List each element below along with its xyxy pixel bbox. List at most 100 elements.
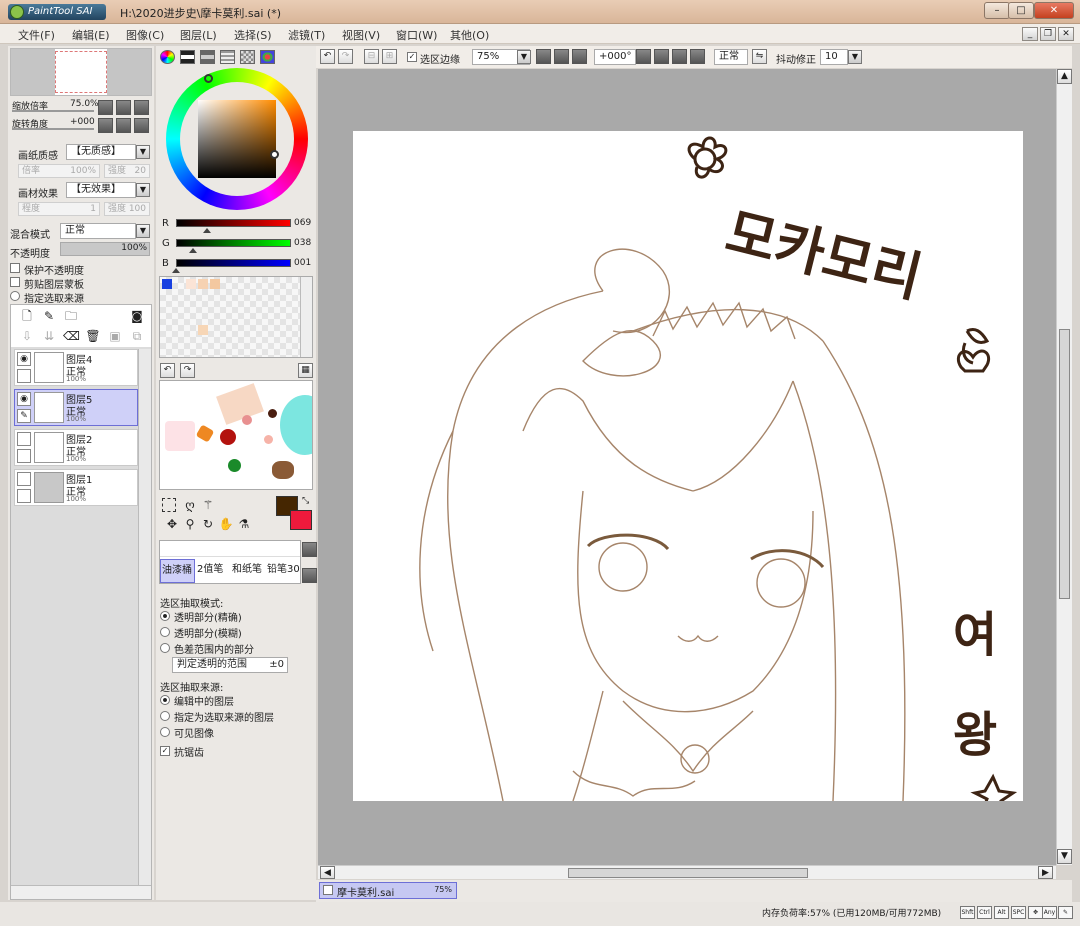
- chevron-down-icon[interactable]: ▼: [517, 50, 531, 64]
- hue-wheel[interactable]: [166, 68, 308, 210]
- green-slider[interactable]: [176, 239, 291, 247]
- rotate-reset-button[interactable]: [134, 118, 149, 133]
- blue-slider[interactable]: [176, 259, 291, 267]
- menu-layer[interactable]: 图层(L): [180, 27, 217, 43]
- swatch-scrollbar[interactable]: [300, 277, 312, 357]
- hsv-slider-icon[interactable]: [200, 50, 215, 64]
- zoom-icon[interactable]: ⚲: [182, 516, 198, 532]
- paper-texture-select[interactable]: 【无质感】: [66, 144, 136, 160]
- source-radio-visible[interactable]: [160, 727, 170, 737]
- layer-lock-toggle[interactable]: [17, 489, 31, 503]
- transparency-range-field[interactable]: 判定透明的范围 ±0: [172, 657, 288, 673]
- pen-icon[interactable]: ✎: [17, 409, 31, 423]
- scroll-up-button[interactable]: ▲: [1057, 69, 1072, 84]
- layer-lock-toggle[interactable]: [17, 449, 31, 463]
- clipping-mask-checkbox[interactable]: [10, 277, 20, 287]
- zoom-in-button[interactable]: [116, 100, 131, 115]
- source-radio-current[interactable]: [160, 695, 170, 705]
- chevron-down-icon[interactable]: ▼: [848, 50, 862, 64]
- chevron-down-icon[interactable]: ▼: [136, 145, 150, 159]
- scratchpad-icon[interactable]: [260, 50, 275, 64]
- secondary-color[interactable]: [290, 510, 312, 530]
- menu-view[interactable]: 视图(V): [342, 27, 380, 43]
- blend-mode-select[interactable]: 正常: [60, 223, 136, 239]
- undo-icon[interactable]: ↶: [160, 363, 175, 378]
- rotate-right-button[interactable]: [116, 118, 131, 133]
- vertical-scrollbar[interactable]: ▲ ▼: [1056, 69, 1072, 865]
- opacity-slider[interactable]: 100%: [60, 242, 150, 256]
- zoom-out-button[interactable]: [98, 100, 113, 115]
- rotate-icon[interactable]: ↻: [200, 516, 216, 532]
- toolbar-zoom-out-button[interactable]: [536, 49, 551, 64]
- scratchpad-menu-icon[interactable]: ▦: [298, 363, 313, 378]
- rotate-slider[interactable]: [12, 128, 94, 130]
- color-cursor[interactable]: [270, 150, 279, 159]
- angle-field[interactable]: +000°: [594, 49, 636, 65]
- apply-mask-icon[interactable]: ▣: [107, 328, 123, 344]
- scratchpad[interactable]: [159, 380, 313, 490]
- swap-colors-icon[interactable]: ⤡: [302, 496, 309, 506]
- layer-item[interactable]: 图层2 正常 100%: [14, 429, 138, 466]
- selection-source-radio[interactable]: [10, 291, 20, 301]
- horizontal-scrollbar[interactable]: ◀ ▶: [318, 865, 1056, 879]
- rgb-slider-icon[interactable]: [180, 50, 195, 64]
- flip-view-icon[interactable]: ⇋: [752, 49, 767, 64]
- new-folder-icon[interactable]: 🗀: [63, 308, 79, 324]
- merge-down-icon[interactable]: ⇊: [41, 328, 57, 344]
- layer-item[interactable]: 图层1 正常 100%: [14, 469, 138, 506]
- eye-icon[interactable]: ◉: [17, 392, 31, 406]
- scroll-right-button[interactable]: ▶: [1038, 866, 1053, 879]
- color-wheel-icon[interactable]: [160, 50, 175, 64]
- brush-pencil-30[interactable]: 铅笔30: [265, 559, 300, 583]
- magic-wand-icon[interactable]: ⚚: [200, 497, 216, 513]
- saturation-value-square[interactable]: [198, 100, 276, 178]
- view-mode-select[interactable]: 正常: [714, 49, 748, 65]
- layer-visibility-toggle[interactable]: [17, 432, 31, 446]
- eyedropper-icon[interactable]: ⚗: [236, 516, 252, 532]
- vertical-scroll-thumb[interactable]: [1059, 329, 1070, 599]
- layer-item[interactable]: ◉ 图层4 正常 100%: [14, 349, 138, 386]
- document-tab[interactable]: 摩卡莫利.sai 75%: [319, 882, 457, 899]
- horizontal-scroll-thumb[interactable]: [568, 868, 808, 878]
- rotate-ccw-button[interactable]: [654, 49, 669, 64]
- close-button[interactable]: ✕: [1034, 2, 1074, 19]
- deselect-icon[interactable]: ⊟: [364, 49, 379, 64]
- menu-file[interactable]: 文件(F): [18, 27, 55, 43]
- menu-select[interactable]: 选择(S): [234, 27, 272, 43]
- stabilizer-select[interactable]: 10: [820, 49, 848, 65]
- new-layer-icon[interactable]: 🗋: [19, 308, 35, 324]
- undo-icon[interactable]: ↶: [320, 49, 335, 64]
- source-radio-specified[interactable]: [160, 711, 170, 721]
- chevron-down-icon[interactable]: ▼: [136, 224, 150, 238]
- brush-paint-bucket[interactable]: 油漆桶: [160, 559, 195, 583]
- red-slider[interactable]: [176, 219, 291, 227]
- layer-lock-toggle[interactable]: [17, 369, 31, 383]
- layer-scrollbar[interactable]: [138, 349, 151, 885]
- clear-layer-icon[interactable]: ⌫: [63, 328, 80, 344]
- brush-washi-pen[interactable]: 和纸笔: [230, 559, 265, 583]
- scroll-down-button[interactable]: ▼: [1057, 849, 1072, 864]
- new-linework-layer-icon[interactable]: ✎: [41, 308, 57, 324]
- hue-cursor[interactable]: [204, 74, 213, 83]
- antialias-checkbox[interactable]: ✓: [160, 746, 170, 756]
- mdi-close-button[interactable]: ✕: [1058, 27, 1074, 41]
- redo-icon[interactable]: ↷: [338, 49, 353, 64]
- menu-window[interactable]: 窗口(W): [396, 27, 437, 43]
- red-slider-thumb[interactable]: [203, 228, 212, 233]
- eye-icon[interactable]: ◉: [17, 352, 31, 366]
- move-icon[interactable]: ✥: [164, 516, 180, 532]
- zoom-slider[interactable]: [12, 110, 94, 112]
- material-effect-select[interactable]: 【无效果】: [66, 182, 136, 198]
- mdi-restore-button[interactable]: ❐: [1040, 27, 1056, 41]
- canvas-area[interactable]: 모카모리 여 왕: [318, 69, 1056, 865]
- brush-binary-pen[interactable]: 2值笔: [195, 559, 230, 583]
- maximize-button[interactable]: □: [1008, 2, 1034, 19]
- layer-visibility-toggle[interactable]: [17, 472, 31, 486]
- green-slider-thumb[interactable]: [189, 248, 198, 253]
- preserve-opacity-checkbox[interactable]: [10, 263, 20, 273]
- rotate-left-button[interactable]: [98, 118, 113, 133]
- toolbar-zoom-in-button[interactable]: [554, 49, 569, 64]
- mode-radio-exact[interactable]: [160, 611, 170, 621]
- merge-visible-icon[interactable]: ⧉: [129, 328, 145, 344]
- rotate-cw-button[interactable]: [672, 49, 687, 64]
